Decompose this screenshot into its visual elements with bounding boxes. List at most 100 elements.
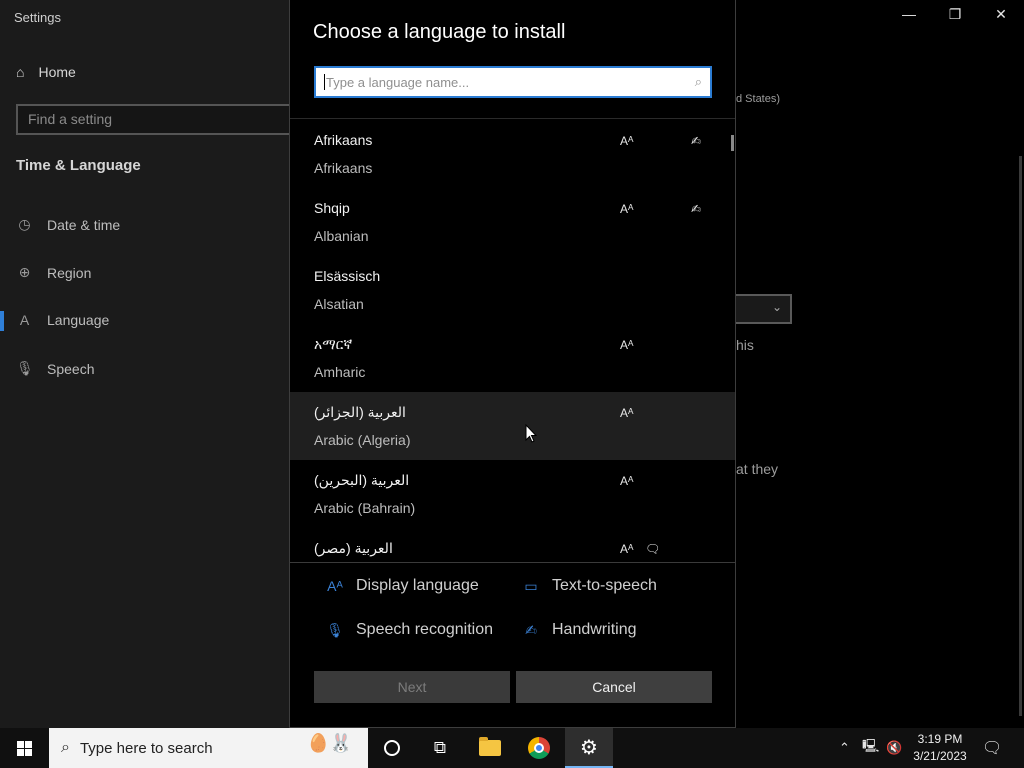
action-center-button[interactable]: 🗨 <box>982 728 1002 768</box>
language-item-albanian[interactable]: Shqip Albanian Aᴬ ✍ <box>290 188 735 256</box>
language-item-arabic-bahrain[interactable]: العربية (البحرين) Arabic (Bahrain) Aᴬ <box>290 460 735 528</box>
text-caret <box>324 74 325 90</box>
divider <box>290 118 735 119</box>
nav-label: Date & time <box>47 216 121 233</box>
app-title: Settings <box>14 10 61 25</box>
language-native-name: Elsässisch <box>314 268 381 284</box>
file-explorer-button[interactable] <box>466 728 514 768</box>
settings-sidebar: Settings ⌂ Home Find a setting Time & La… <box>0 0 306 728</box>
language-native-name: العربية (الجزائر) <box>314 404 406 420</box>
start-button[interactable] <box>0 728 48 768</box>
display-language-icon: Aᴬ <box>620 134 634 148</box>
language-native-name: العربية (مصر) <box>314 540 393 556</box>
search-icon: ⌕ <box>61 739 70 756</box>
bg-region-text: d States) <box>736 93 781 105</box>
task-view-button[interactable]: ⧉ <box>416 728 464 768</box>
legend-label: Handwriting <box>552 621 637 638</box>
nav-label: Region <box>47 264 92 281</box>
search-icon: ⌕ <box>694 74 702 89</box>
home-icon: ⌂ <box>16 64 25 80</box>
notification-icon: 🗨 <box>982 740 1003 757</box>
volume-muted-icon: 🔇 <box>886 740 903 755</box>
display-language-icon: Aᴬ <box>620 202 634 216</box>
microphone-icon: 🎙 <box>16 360 34 376</box>
nav-label: Speech <box>47 360 95 377</box>
language-english-name: Alsatian <box>314 296 364 312</box>
display-language-icon: Aᴬ <box>620 338 634 352</box>
find-setting-input[interactable]: Find a setting <box>16 104 306 135</box>
language-item-afrikaans[interactable]: Afrikaans Afrikaans Aᴬ ✍ <box>290 120 735 188</box>
text-to-speech-icon: ▭ <box>524 577 538 594</box>
display-language-icon: Aᴬ <box>620 406 634 420</box>
language-english-name: Amharic <box>314 364 366 380</box>
task-view-icon: ⧉ <box>433 738 447 757</box>
folder-icon <box>479 737 501 756</box>
taskbar-search-placeholder: Type here to search <box>79 739 213 757</box>
legend-handwriting: ✍ Handwriting <box>522 621 636 639</box>
clock-time: 3:19 PM <box>917 732 963 746</box>
taskbar-clock[interactable]: 3:19 PM 3/21/2023 <box>906 731 974 765</box>
language-english-name: Arabic (Algeria) <box>314 432 411 448</box>
language-native-name: Afrikaans <box>314 132 373 148</box>
language-item-alsatian[interactable]: Elsässisch Alsatian <box>290 256 735 324</box>
nav-item-region[interactable]: ⊕ Region <box>16 264 92 281</box>
list-scrollbar-thumb[interactable] <box>731 135 734 151</box>
language-english-name: Arabic (Bahrain) <box>314 500 416 516</box>
next-button[interactable]: Next <box>314 671 510 703</box>
close-button[interactable]: ✕ <box>978 6 1024 23</box>
handwriting-icon: ✍ <box>691 134 702 148</box>
dialog-title: Choose a language to install <box>313 21 566 43</box>
language-item-arabic-egypt[interactable]: العربية (مصر) Aᴬ 🗨 <box>290 528 735 562</box>
handwriting-icon: ✍ <box>525 621 537 638</box>
legend-display-language: Aᴬ Display language <box>326 577 479 595</box>
bg-dropdown[interactable]: ⌄ <box>734 294 792 324</box>
legend-text-to-speech: ▭ Text-to-speech <box>522 577 657 595</box>
language-native-name: العربية (البحرين) <box>314 472 410 488</box>
calendar-clock-icon: ◷ <box>18 216 31 232</box>
text-to-speech-icon: 🗨 <box>645 542 661 556</box>
cortana-button[interactable] <box>368 728 416 768</box>
display-language-icon: Aᴬ <box>327 578 343 594</box>
language-native-name: Shqip <box>314 200 350 216</box>
taskbar: ⌕ Type here to search 🥚🐰 ⧉ ⚙ ⌃ 🖳 🔇 3:19 … <box>0 728 1024 768</box>
language-english-name: Albanian <box>314 228 369 244</box>
legend-speech-recognition: 🎙 Speech recognition <box>326 621 493 639</box>
language-icon: A <box>19 312 30 328</box>
network-button[interactable]: 🖳 <box>862 728 879 768</box>
display-language-icon: Aᴬ <box>620 542 634 556</box>
nav-item-speech[interactable]: 🎙 Speech <box>16 360 94 377</box>
microphone-icon: 🎙 <box>326 621 344 638</box>
language-search-input[interactable] <box>326 74 676 90</box>
restore-button[interactable]: ❐ <box>932 6 978 23</box>
chrome-button[interactable] <box>515 728 563 768</box>
cancel-button[interactable]: Cancel <box>516 671 712 703</box>
language-english-name: Afrikaans <box>314 160 373 176</box>
nav-item-language[interactable]: A Language <box>16 312 109 328</box>
legend-label: Text-to-speech <box>552 577 657 594</box>
nav-item-date-time[interactable]: ◷ Date & time <box>16 216 120 233</box>
language-item-arabic-algeria[interactable]: العربية (الجزائر) Arabic (Algeria) Aᴬ <box>290 392 735 460</box>
nav-label: Language <box>47 312 110 328</box>
legend-label: Display language <box>356 577 479 594</box>
cortana-icon <box>384 740 400 756</box>
chevron-up-icon: ⌃ <box>839 740 850 755</box>
section-title: Time & Language <box>16 157 141 174</box>
language-item-amharic[interactable]: አማርኛ Amharic Aᴬ <box>290 324 735 392</box>
clock-date: 3/21/2023 <box>913 749 967 763</box>
handwriting-icon: ✍ <box>691 202 702 216</box>
globe-icon: ⊕ <box>18 264 31 280</box>
minimize-button[interactable]: — <box>886 6 932 22</box>
windows-logo-icon <box>16 740 32 756</box>
display-language-icon: Aᴬ <box>620 474 634 488</box>
legend-label: Speech recognition <box>356 621 493 638</box>
language-search-box[interactable]: ⌕ <box>314 66 712 98</box>
home-link[interactable]: ⌂ Home <box>16 64 76 80</box>
chevron-down-icon: ⌄ <box>771 300 782 314</box>
scrollbar[interactable] <box>1019 156 1022 716</box>
taskbar-search-box[interactable]: ⌕ Type here to search 🥚🐰 <box>49 728 368 768</box>
volume-button[interactable]: 🔇 <box>886 728 902 768</box>
show-hidden-icons-button[interactable]: ⌃ <box>839 728 850 768</box>
nav-active-indicator <box>0 311 4 331</box>
settings-taskbar-button[interactable]: ⚙ <box>565 728 613 768</box>
language-native-name: አማርኛ <box>314 336 353 352</box>
